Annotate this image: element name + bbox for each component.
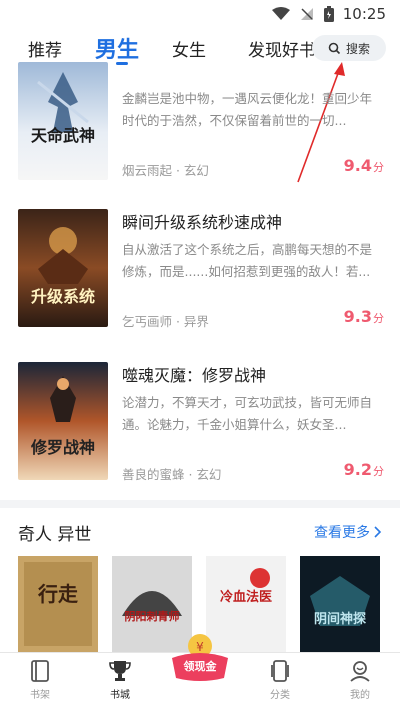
battery-icon [324, 6, 334, 22]
category-icon [269, 659, 291, 683]
search-icon [328, 42, 341, 55]
profile-icon [349, 659, 371, 683]
nav-bookshelf[interactable]: 书架 [10, 659, 70, 701]
book-cover-title: 天命武神 [30, 126, 95, 145]
section-title: 奇人 异世 [18, 525, 92, 545]
book-title[interactable]: 噬魂灭魔：修罗战神 [122, 362, 266, 386]
trophy-icon [109, 659, 131, 683]
section-book-cover[interactable]: 行走 [18, 556, 98, 652]
view-more-link[interactable]: 查看更多 [314, 522, 382, 542]
book-cover-title: 修罗战神 [30, 438, 95, 457]
score-value: 9.3 [343, 307, 372, 326]
book-cover[interactable]: 修罗战神 [18, 362, 108, 480]
book-description: 金麟岂是池中物，一遇风云便化龙！重回少年时代的于浩然，不仅保留着前世的一切... [122, 91, 373, 128]
score-value: 9.4 [343, 156, 372, 175]
book-author-genre: 烟云雨起 · 玄幻 [122, 163, 209, 178]
tab-male[interactable]: 男生 [95, 32, 139, 64]
no-signal-icon [300, 7, 314, 21]
book-item[interactable]: 修罗战神 噬魂灭魔：修罗战神 论潜力，不算天才，可玄功武技，皆可无师自通。论魅力… [0, 358, 400, 498]
status-icons [272, 6, 334, 22]
status-bar: 10:25 [0, 0, 400, 28]
cover-text: 行走 [38, 582, 78, 606]
get-cash-label: 领现金 [183, 660, 217, 673]
section-book-cover[interactable]: 阴间神探 [300, 556, 380, 652]
book-cover-title: 升级系统 [30, 287, 95, 306]
chevron-right-icon [374, 526, 382, 538]
score-unit: 分 [373, 465, 384, 478]
tab-recommend[interactable]: 推荐 [28, 36, 62, 61]
book-cover[interactable]: 升级系统 [18, 209, 108, 327]
svg-text:¥: ¥ [196, 640, 204, 654]
nav-label: 书架 [30, 690, 50, 701]
bookshelf-icon [29, 659, 51, 683]
book-score: 9.4分 [344, 156, 384, 175]
book-item[interactable]: 升级系统 瞬间升级系统秒速成神 自从激活了这个系统之后，高鹏每天想的不是修炼，而… [0, 205, 400, 345]
get-cash-button[interactable]: ¥ 领现金 [168, 628, 232, 688]
nav-category[interactable]: 分类 [250, 659, 310, 701]
score-unit: 分 [373, 312, 384, 325]
cover-text: 阴间神探 [313, 612, 366, 627]
nav-label: 我的 [350, 690, 370, 701]
cover-text: 冷血法医 [219, 590, 272, 605]
book-cover[interactable]: 天命武神 [18, 62, 108, 180]
book-author-genre: 乞丐画师 · 异界 [122, 314, 209, 329]
search-label: 搜索 [345, 41, 370, 56]
book-description: 自从激活了这个系统之后，高鹏每天想的不是修炼，而是......如何招惹到更强的敌… [122, 242, 373, 279]
tab-female[interactable]: 女生 [172, 36, 206, 61]
book-item[interactable]: 天命武神 金麟岂是池中物，一遇风云便化龙！重回少年时代的于浩然，不仅保留着前世的… [0, 62, 400, 202]
book-description: 论潜力，不算天才，可玄功武技，皆可无师自通。论魅力，千金小姐算什么，妖女圣... [122, 395, 373, 432]
section-divider [0, 500, 400, 508]
score-value: 9.2 [343, 460, 372, 479]
book-score: 9.3分 [344, 307, 384, 326]
nav-bookstore[interactable]: 书城 [90, 659, 150, 701]
book-author-genre: 善良的蜜蜂 · 玄幻 [122, 467, 222, 482]
nav-profile[interactable]: 我的 [330, 659, 390, 701]
book-score: 9.2分 [344, 460, 384, 479]
view-more-label: 查看更多 [314, 525, 370, 541]
wifi-icon [272, 7, 290, 21]
status-time: 10:25 [342, 5, 386, 23]
nav-label: 分类 [270, 690, 290, 701]
cover-text: 阴阳刺青师 [124, 610, 180, 623]
score-unit: 分 [373, 161, 384, 174]
book-title[interactable]: 瞬间升级系统秒速成神 [122, 209, 282, 233]
nav-label: 书城 [110, 690, 130, 701]
